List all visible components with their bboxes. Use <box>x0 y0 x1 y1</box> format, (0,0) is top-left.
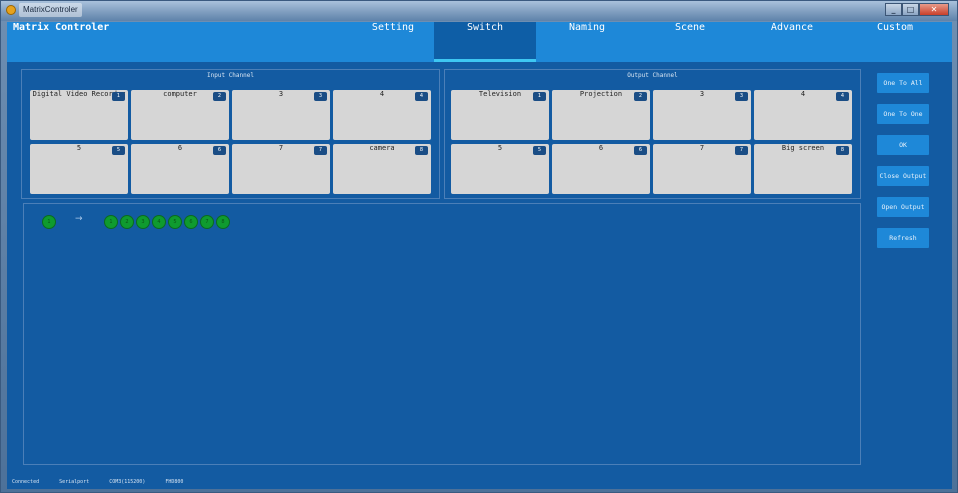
route-arrow-icon: → <box>75 214 83 224</box>
channel-number-badge: 2 <box>213 92 226 101</box>
app-icon <box>6 5 16 15</box>
tab-advance[interactable]: Advance <box>742 22 842 62</box>
output-channel-7[interactable]: 77 <box>653 144 751 194</box>
output-channel-8[interactable]: Big screen 8 <box>754 144 852 194</box>
output-channel-2[interactable]: Projection 2 <box>552 90 650 140</box>
input-channel-5[interactable]: 55 <box>30 144 128 194</box>
tab-setting[interactable]: Setting <box>344 22 442 62</box>
channel-number-badge: 5 <box>112 146 125 155</box>
output-channel-1[interactable]: Television 1 <box>451 90 549 140</box>
routing-panel: 1 → 1 2 3 4 5 6 7 8 <box>23 203 861 465</box>
output-channel-panel: Output Channel Television 1 Projection 2 3… <box>444 69 861 199</box>
status-connection: Connected <box>12 478 40 485</box>
route-target-dot-1[interactable]: 1 <box>104 215 118 229</box>
output-channel-5[interactable]: 55 <box>451 144 549 194</box>
channel-number-badge: 4 <box>836 92 849 101</box>
channel-number-badge: 8 <box>836 146 849 155</box>
close-output-button[interactable]: Close Output <box>877 166 929 186</box>
output-channel-3[interactable]: 33 <box>653 90 751 140</box>
input-channel-4[interactable]: 44 <box>333 90 431 140</box>
input-channel-2[interactable]: computer 2 <box>131 90 229 140</box>
status-port-type: Serialport <box>59 478 90 485</box>
one-to-one-button[interactable]: One To One <box>877 104 929 124</box>
window-titlebar[interactable]: MatrixControler _ □ ✕ <box>1 1 957 21</box>
route-target-dot-5[interactable]: 5 <box>168 215 182 229</box>
status-extra: FHD800 <box>165 478 184 485</box>
channel-number-badge: 4 <box>415 92 428 101</box>
maximize-button[interactable]: □ <box>902 3 919 16</box>
output-channel-6[interactable]: 66 <box>552 144 650 194</box>
route-target-dot-6[interactable]: 6 <box>184 215 198 229</box>
header-bar: Matrix Controler Setting Switch Naming S… <box>7 22 952 62</box>
channel-number-badge: 6 <box>213 146 226 155</box>
tab-custom[interactable]: Custom <box>855 22 935 62</box>
window-controls: _ □ ✕ <box>885 3 949 16</box>
input-channel-title: Input Channel <box>207 72 254 79</box>
input-channel-1[interactable]: Digital Video Recorder 1 <box>30 90 128 140</box>
status-bar: Connected Serialport COM3(115200) FHD800 <box>7 474 952 489</box>
output-channel-4[interactable]: 44 <box>754 90 852 140</box>
channel-number-badge: 7 <box>314 146 327 155</box>
channel-number-badge: 1 <box>533 92 546 101</box>
close-button[interactable]: ✕ <box>919 3 949 16</box>
route-target-dot-4[interactable]: 4 <box>152 215 166 229</box>
channel-number-badge: 5 <box>533 146 546 155</box>
app-window: MatrixControler _ □ ✕ Matrix Controler S… <box>0 0 958 493</box>
route-target-dot-2[interactable]: 2 <box>120 215 134 229</box>
channel-number-badge: 3 <box>314 92 327 101</box>
tab-naming[interactable]: Naming <box>537 22 637 62</box>
route-target-dot-7[interactable]: 7 <box>200 215 214 229</box>
refresh-button[interactable]: Refresh <box>877 228 929 248</box>
input-channel-6[interactable]: 66 <box>131 144 229 194</box>
channel-number-badge: 8 <box>415 146 428 155</box>
tab-switch[interactable]: Switch <box>434 22 536 62</box>
one-to-all-button[interactable]: One To All <box>877 73 929 93</box>
tab-scene[interactable]: Scene <box>640 22 740 62</box>
input-channel-8[interactable]: camera 8 <box>333 144 431 194</box>
app-name: Matrix Controler <box>13 22 110 33</box>
channel-number-badge: 3 <box>735 92 748 101</box>
channel-number-badge: 2 <box>634 92 647 101</box>
route-target-dot-8[interactable]: 8 <box>216 215 230 229</box>
route-target-dot-3[interactable]: 3 <box>136 215 150 229</box>
app-body: Matrix Controler Setting Switch Naming S… <box>7 22 952 489</box>
ok-button[interactable]: OK <box>877 135 929 155</box>
input-channel-panel: Input Channel Digital Video Recorder 1 co… <box>21 69 440 199</box>
output-channel-title: Output Channel <box>627 72 678 79</box>
channel-number-badge: 7 <box>735 146 748 155</box>
channel-number-badge: 6 <box>634 146 647 155</box>
minimize-button[interactable]: _ <box>885 3 902 16</box>
route-source-dot[interactable]: 1 <box>42 215 56 229</box>
window-title: MatrixControler <box>19 3 82 17</box>
input-channel-7[interactable]: 77 <box>232 144 330 194</box>
open-output-button[interactable]: Open Output <box>877 197 929 217</box>
input-channel-3[interactable]: 33 <box>232 90 330 140</box>
channel-number-badge: 1 <box>112 92 125 101</box>
status-port: COM3(115200) <box>109 478 146 485</box>
